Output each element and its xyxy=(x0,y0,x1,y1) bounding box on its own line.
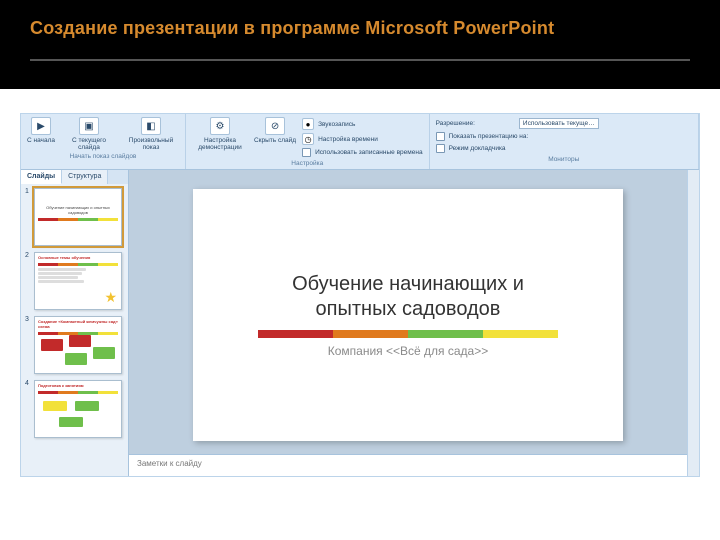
record-audio-checkbox[interactable]: ● Звукозапись xyxy=(302,118,423,130)
presenter-view-checkbox[interactable]: Режим докладчика xyxy=(436,144,599,153)
slides-panel: Слайды Структура 1 Обучение начинающих и… xyxy=(21,170,129,476)
group-title: Начать показ слайдов xyxy=(70,153,137,160)
group-title: Мониторы xyxy=(548,156,579,163)
slide-subtitle: Компания <<Всё для сада>> xyxy=(328,344,488,358)
resolution-select[interactable]: Использовать текуще… xyxy=(519,118,599,129)
ribbon: ▶ С начала ▣ С текущего слайда ◧ Произво… xyxy=(21,114,699,170)
checkbox-icon xyxy=(436,144,445,153)
checkbox-icon xyxy=(436,132,445,141)
slide-thumbnail-2[interactable]: Основные темы обучения ★ xyxy=(34,252,122,310)
current-slide: Обучение начинающих и опытных садоводов … xyxy=(193,189,623,441)
tutorial-header: Создание презентации в программе Microso… xyxy=(0,0,720,89)
panel-tabs: Слайды Структура xyxy=(21,170,128,184)
rehearse-timings-checkbox[interactable]: ◷ Настройка времени xyxy=(302,133,423,145)
setup-icon: ⚙ xyxy=(210,117,230,135)
slide-title: Обучение начинающих и опытных садоводов xyxy=(292,272,524,322)
vertical-scrollbar[interactable] xyxy=(687,170,699,476)
setup-show-button[interactable]: ⚙ Настройка демонстрации xyxy=(192,117,248,151)
resolution-label: Разрешение: xyxy=(436,120,475,127)
slide-thumbnail-1[interactable]: Обучение начинающих и опытных садоводов xyxy=(34,188,122,246)
thumbnails-list: 1 Обучение начинающих и опытных садоводо… xyxy=(21,184,128,476)
mic-icon: ● xyxy=(302,118,314,130)
slide-number: 2 xyxy=(25,252,31,310)
divider xyxy=(30,59,690,61)
play-icon: ▶ xyxy=(31,117,51,135)
workspace: Слайды Структура 1 Обучение начинающих и… xyxy=(21,170,699,476)
ribbon-group-monitors: Разрешение: Использовать текуще… Показат… xyxy=(430,114,699,169)
show-on-checkbox[interactable]: Показать презентацию на: xyxy=(436,132,599,141)
use-timings-checkbox[interactable]: Использовать записанные времена xyxy=(302,148,423,157)
tab-slides[interactable]: Слайды xyxy=(21,170,62,184)
custom-show-button[interactable]: ◧ Произвольный показ xyxy=(123,117,179,151)
custom-show-icon: ◧ xyxy=(141,117,161,135)
slide-number: 4 xyxy=(25,380,31,438)
star-icon: ★ xyxy=(104,289,117,306)
notes-pane[interactable]: Заметки к слайду xyxy=(129,454,687,476)
hide-slide-button[interactable]: ⊘ Скрыть слайд xyxy=(254,117,296,144)
slide-canvas[interactable]: Обучение начинающих и опытных садоводов … xyxy=(129,170,687,454)
clock-icon: ◷ xyxy=(302,133,314,145)
slide-thumbnail-4[interactable]: Подготовка к занятиям xyxy=(34,380,122,438)
powerpoint-window: ▶ С начала ▣ С текущего слайда ◧ Произво… xyxy=(20,113,700,477)
tab-outline[interactable]: Структура xyxy=(62,170,108,184)
slide-number: 1 xyxy=(25,188,31,246)
from-beginning-button[interactable]: ▶ С начала xyxy=(27,117,55,144)
page-title: Создание презентации в программе Microso… xyxy=(30,18,690,39)
slide-editor: Обучение начинающих и опытных садоводов … xyxy=(129,170,687,476)
play-current-icon: ▣ xyxy=(79,117,99,135)
slide-number: 3 xyxy=(25,316,31,374)
from-current-button[interactable]: ▣ С текущего слайда xyxy=(61,117,117,151)
slide-thumbnail-3[interactable]: Создание «Компактный жемчужны сад» схема xyxy=(34,316,122,374)
hide-slide-icon: ⊘ xyxy=(265,117,285,135)
checkbox-icon xyxy=(302,148,311,157)
ribbon-group-setup: ⚙ Настройка демонстрации ⊘ Скрыть слайд … xyxy=(186,114,430,169)
group-title: Настройка xyxy=(291,160,323,167)
accent-bar xyxy=(258,330,558,338)
ribbon-group-start-show: ▶ С начала ▣ С текущего слайда ◧ Произво… xyxy=(21,114,186,169)
